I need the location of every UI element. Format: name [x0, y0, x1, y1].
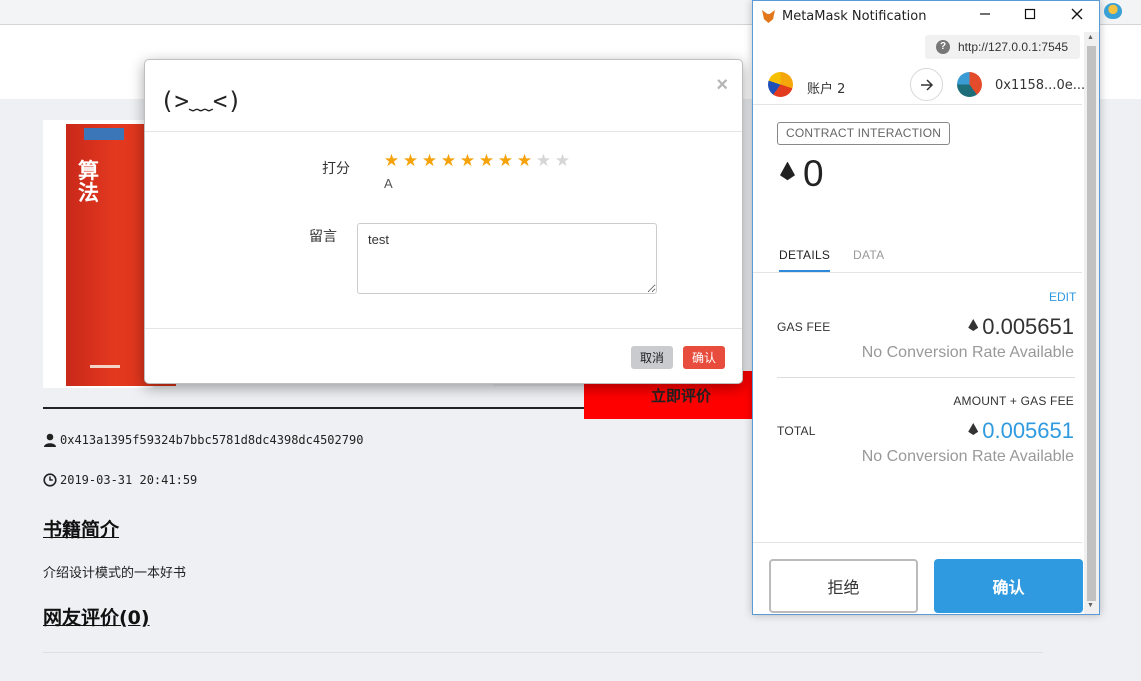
from-account-name[interactable]: 账户 2 [807, 78, 845, 97]
scroll-up-icon[interactable]: ▲ [1087, 34, 1094, 41]
eth-icon [968, 423, 979, 435]
score-label: 打分 [322, 161, 350, 177]
transaction-amount: 0 [780, 153, 824, 195]
total-amount: 0.005651 [968, 418, 1074, 444]
star-icon[interactable]: ★ [402, 152, 419, 169]
comment-label: 留言 [309, 229, 337, 245]
gas-fee-amount: 0.005651 [968, 314, 1074, 340]
from-account-avatar [768, 72, 793, 97]
clock-icon [43, 473, 57, 487]
modal-title: (>﹏<) [160, 87, 242, 115]
account-row: 账户 2 0x1158...0e... [753, 65, 1085, 105]
url-bar: ? http://127.0.0.1:7545 [925, 35, 1080, 59]
star-rating[interactable]: ★ ★ ★ ★ ★ ★ ★ ★ ★ ★ [383, 152, 571, 169]
help-icon[interactable]: ? [936, 40, 950, 54]
star-icon[interactable]: ★ [535, 152, 552, 169]
comment-textarea[interactable]: test [357, 223, 657, 294]
url-text: http://127.0.0.1:7545 [958, 40, 1069, 54]
time-line: 2019-03-31 20:41:59 [43, 473, 197, 487]
book-cover-image: 算法 [43, 120, 176, 388]
gas-fee-conversion: No Conversion Rate Available [861, 344, 1074, 361]
rating-modal: (>﹏<) × 打分 ★ ★ ★ ★ ★ ★ ★ ★ ★ ★ A 留言 test 取消 确认 [144, 59, 743, 384]
reject-button[interactable]: 拒绝 [769, 559, 918, 613]
user-icon [44, 433, 56, 447]
timestamp: 2019-03-31 20:41:59 [60, 473, 198, 487]
confirm-button[interactable]: 确认 [683, 346, 726, 369]
to-address[interactable]: 0x1158...0e... [995, 78, 1085, 93]
intro-text: 介绍设计模式的一本好书 [43, 566, 187, 581]
amount-plus-gas-label: AMOUNT + GAS FEE [953, 394, 1074, 408]
edit-gas-link[interactable]: EDIT [1049, 290, 1076, 304]
tab-details[interactable]: DETAILS [779, 248, 831, 272]
footer-divider [753, 542, 1082, 543]
minimize-icon[interactable] [973, 7, 997, 27]
window-titlebar: MetaMask Notification [753, 1, 1099, 32]
arrow-right-icon [910, 68, 943, 101]
confirm-transaction-button[interactable]: 确认 [934, 559, 1083, 613]
scroll-down-icon[interactable]: ▼ [1087, 602, 1094, 609]
metamask-window: MetaMask Notification ? http://127.0.0.1… [752, 0, 1100, 615]
maximize-icon[interactable] [1018, 7, 1042, 27]
fee-divider [777, 377, 1075, 378]
amount-value: 0 [803, 153, 824, 194]
to-account-avatar [957, 72, 982, 97]
scrollbar-thumb[interactable] [1087, 46, 1096, 601]
star-icon[interactable]: ★ [383, 152, 400, 169]
modal-footer: 取消 确认 [145, 328, 742, 384]
eth-icon [780, 161, 795, 181]
star-icon[interactable]: ★ [459, 152, 476, 169]
star-icon[interactable]: ★ [497, 152, 514, 169]
book-cover-title: 算法 [78, 158, 99, 205]
content-divider [43, 407, 584, 409]
scrollbar[interactable]: ▲ ▼ [1084, 32, 1099, 614]
contract-interaction-badge: CONTRACT INTERACTION [777, 122, 951, 145]
total-label: TOTAL [777, 424, 816, 438]
close-icon[interactable]: × [716, 74, 728, 97]
star-icon[interactable]: ★ [478, 152, 495, 169]
book-cover-badge [84, 128, 124, 140]
owner-line: 0x413a1395f59324b7bbc5781d8dc4398dc45027… [43, 433, 363, 447]
star-icon[interactable]: ★ [516, 152, 533, 169]
eth-icon [968, 319, 979, 331]
gas-fee-label: GAS FEE [777, 320, 831, 334]
tab-data[interactable]: DATA [853, 248, 884, 262]
book-cover-stripe [90, 365, 120, 368]
star-icon[interactable]: ★ [440, 152, 457, 169]
metamask-fox-icon [762, 10, 775, 23]
close-window-icon[interactable] [1065, 7, 1089, 27]
window-title: MetaMask Notification [782, 9, 927, 24]
intro-heading: 书籍简介 [43, 519, 120, 541]
owner-address: 0x413a1395f59324b7bbc5781d8dc4398dc45027… [60, 433, 364, 447]
gas-fee-value: 0.005651 [982, 314, 1074, 339]
browser-extension-icon[interactable] [1104, 3, 1122, 19]
reviews-heading: 网友评价(0) [43, 607, 150, 629]
tab-bar: DETAILS DATA [753, 236, 1082, 273]
reviews-divider [43, 652, 1043, 653]
total-conversion: No Conversion Rate Available [861, 448, 1074, 465]
modal-header: (>﹏<) × [145, 60, 742, 132]
cancel-button[interactable]: 取消 [631, 346, 674, 369]
total-value: 0.005651 [982, 418, 1074, 443]
grade-text: A [384, 176, 393, 191]
star-icon[interactable]: ★ [421, 152, 438, 169]
star-icon[interactable]: ★ [554, 152, 571, 169]
